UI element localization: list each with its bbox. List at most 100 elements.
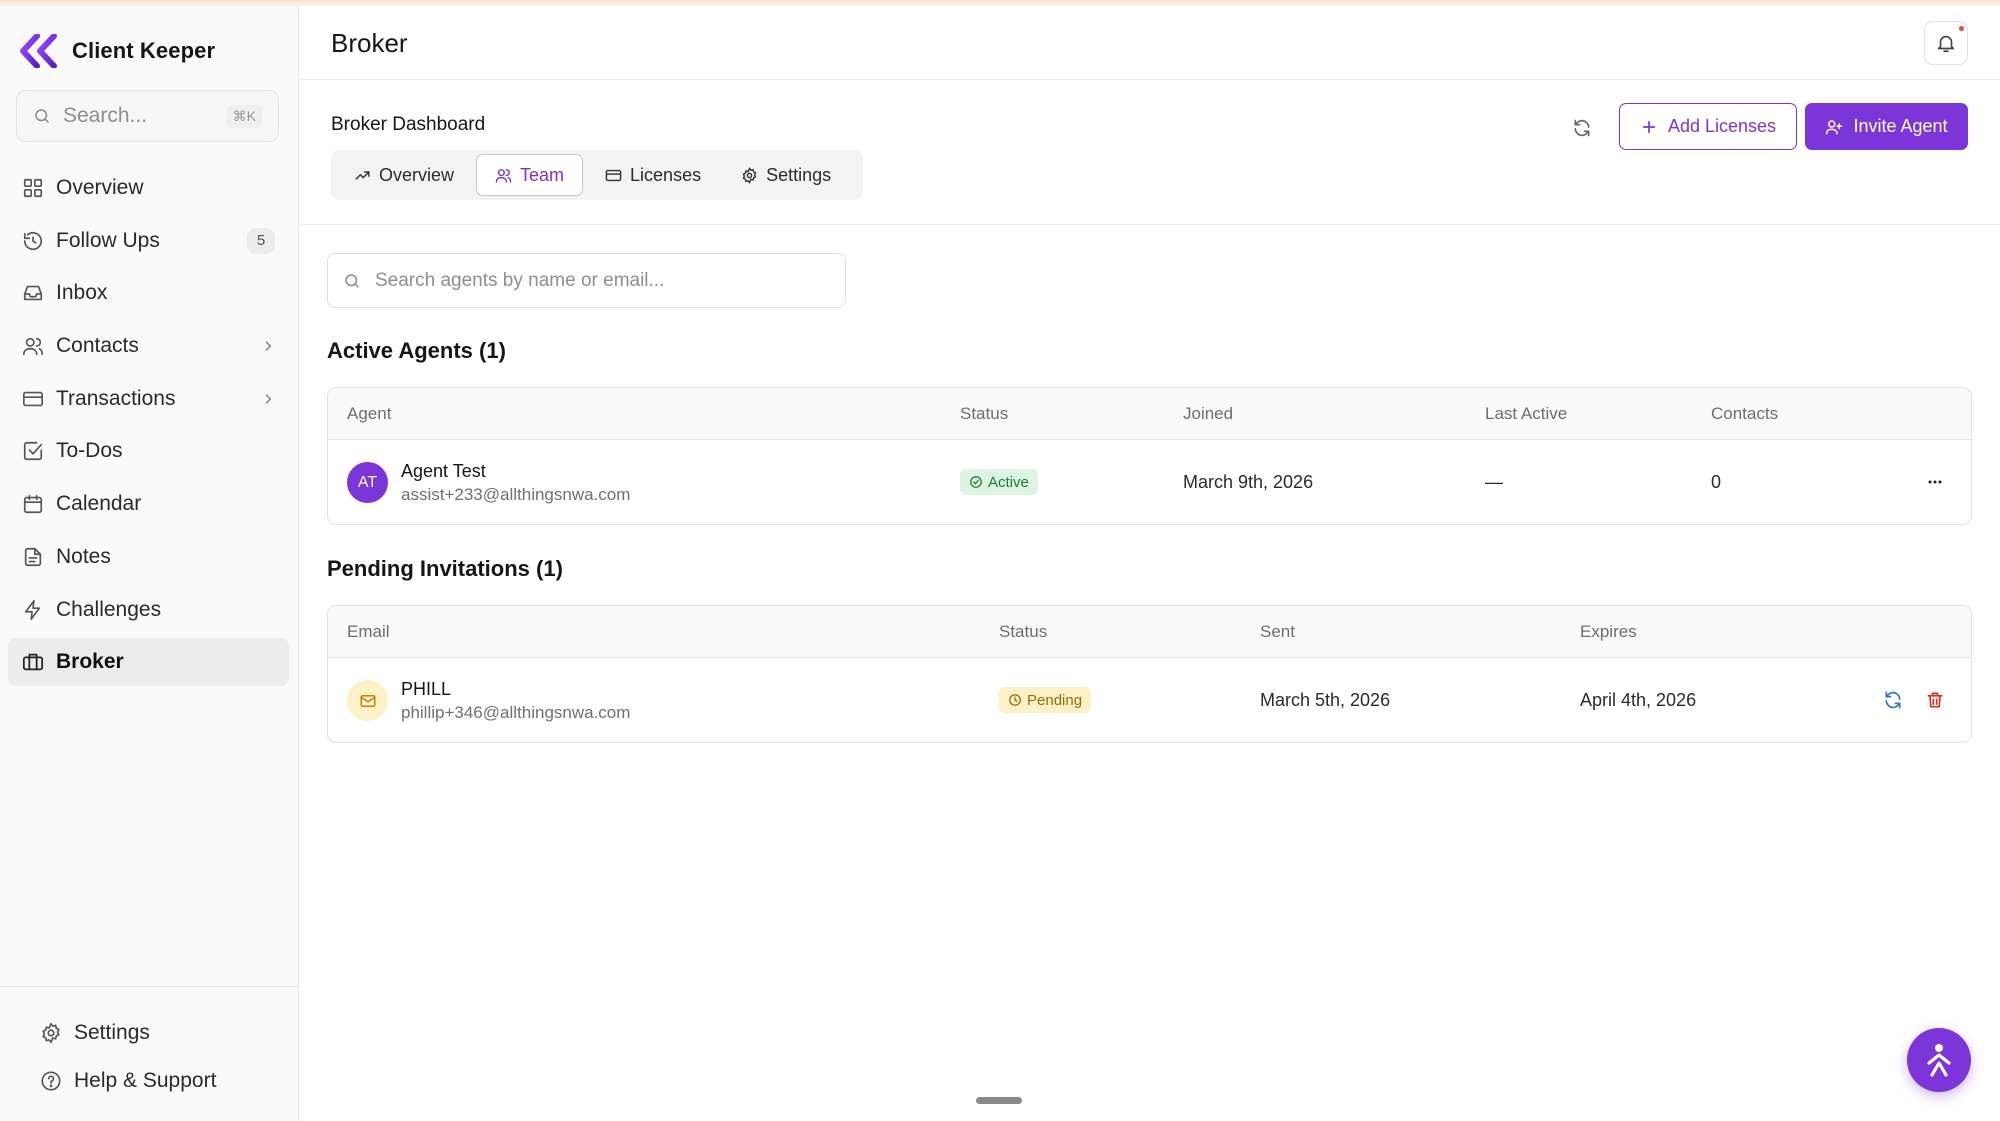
table-row[interactable]: PHILL phillip+346@allthingsnwa.com Pendi…	[328, 658, 1971, 742]
mail-icon	[360, 694, 375, 707]
sidebar-item-label: Transactions	[56, 386, 176, 410]
clock-icon	[1009, 694, 1021, 706]
table-header: Agent Status Joined Last Active Contacts	[328, 388, 1971, 440]
pending-invitations-title: Pending Invitations (1)	[327, 556, 563, 581]
brand[interactable]: Client Keeper	[20, 34, 215, 68]
tab-label: Overview	[379, 164, 455, 185]
scroll-handle[interactable]	[976, 1097, 1022, 1104]
sidebar-item-overview[interactable]: Overview	[8, 164, 289, 212]
delete-invitation-button[interactable]	[1925, 658, 1945, 742]
chevron-right-icon	[265, 394, 272, 404]
calendar-icon	[23, 495, 43, 514]
status-label: Active	[988, 473, 1029, 491]
sidebar-item-label: Settings	[74, 1021, 150, 1044]
agent-email: assist+233@allthingsnwa.com	[401, 485, 631, 504]
add-licenses-button[interactable]: Add Licenses	[1619, 103, 1797, 150]
trash-icon	[1927, 692, 1943, 708]
users-icon	[23, 337, 43, 356]
row-more-button[interactable]	[1925, 440, 1945, 524]
column-header-email: Email	[347, 622, 390, 641]
resend-icon	[1885, 691, 1901, 709]
plus-icon	[1642, 120, 1656, 133]
page-title: Broker	[331, 28, 408, 58]
follow-ups-count-badge: 5	[247, 227, 275, 254]
sidebar-item-broker[interactable]: Broker	[8, 638, 289, 687]
status-badge: Pending	[999, 687, 1092, 713]
status-label: Pending	[1027, 691, 1083, 709]
sidebar-item-transactions[interactable]: Transactions	[8, 375, 289, 423]
sidebar-item-help-support[interactable]: Help & Support	[0, 1057, 299, 1105]
search-icon	[35, 109, 49, 123]
person-assistant-icon	[1927, 1044, 1951, 1077]
sidebar-item-notes[interactable]: Notes	[8, 533, 289, 581]
help-circle-icon	[41, 1071, 61, 1091]
invitee-name: PHILL	[401, 679, 452, 699]
gear-icon	[42, 1022, 60, 1044]
column-header-joined: Joined	[1183, 404, 1234, 423]
sidebar-item-calendar[interactable]: Calendar	[8, 480, 289, 528]
tab-label: Licenses	[630, 164, 702, 185]
tab-team[interactable]: Team	[476, 154, 584, 196]
add-licenses-label: Add Licenses	[1667, 116, 1777, 136]
pending-invitations-table: Email Status Sent Expires PHILL phillip+…	[327, 605, 1972, 743]
tab-overview[interactable]: Overview	[336, 154, 472, 196]
sidebar-item-follow-ups[interactable]: Follow Ups 5	[8, 217, 289, 265]
column-header-contacts: Contacts	[1711, 404, 1779, 423]
resend-invitation-button[interactable]	[1883, 658, 1903, 742]
credit-card-icon	[23, 391, 43, 406]
user-plus-icon	[1826, 119, 1843, 134]
credit-card-icon	[605, 169, 622, 181]
more-horizontal-icon	[1928, 480, 1942, 484]
column-header-sent: Sent	[1260, 622, 1295, 641]
refresh-button[interactable]	[1568, 114, 1596, 142]
sidebar-item-label: Contacts	[56, 334, 139, 358]
sidebar-item-contacts[interactable]: Contacts	[8, 322, 289, 370]
status-badge: Active	[960, 469, 1038, 495]
table-row[interactable]: AT Agent Test assist+233@allthingsnwa.co…	[328, 440, 1971, 524]
tab-settings[interactable]: Settings	[723, 154, 849, 196]
status-cell: Active	[960, 440, 1038, 524]
sidebar-item-label: Notes	[56, 544, 111, 568]
chevron-right-icon	[265, 341, 272, 351]
tab-label: Settings	[766, 164, 832, 185]
grid-icon	[23, 178, 43, 198]
notifications-button[interactable]	[1924, 21, 1968, 65]
agent-identity: Agent Test assist+233@allthingsnwa.com	[401, 460, 630, 506]
sent-date: March 5th, 2026	[1260, 689, 1391, 710]
assistant-fab-button[interactable]	[1907, 1028, 1971, 1092]
sidebar-footer: Settings Help & Support	[0, 986, 299, 1105]
sidebar-item-label: Challenges	[56, 597, 162, 621]
status-cell: Pending	[999, 658, 1092, 742]
sidebar-item-challenges[interactable]: Challenges	[8, 586, 289, 634]
gear-icon	[742, 166, 757, 184]
sidebar-search[interactable]: Search... ⌘K	[16, 90, 279, 142]
tab-licenses[interactable]: Licenses	[587, 154, 719, 196]
expires-date: April 4th, 2026	[1580, 689, 1697, 710]
agent-search-input[interactable]	[375, 269, 830, 292]
sidebar-item-inbox[interactable]: Inbox	[8, 269, 289, 317]
history-icon	[23, 231, 43, 250]
invite-agent-label: Invite Agent	[1853, 116, 1948, 136]
column-header-status: Status	[999, 622, 1048, 641]
invitee-email: phillip+346@allthingsnwa.com	[401, 703, 631, 722]
sidebar-item-label: Follow Ups	[56, 228, 160, 252]
search-shortcut: ⌘K	[226, 104, 262, 128]
agent-name: Agent Test	[401, 461, 486, 481]
contacts-count: 0	[1711, 471, 1722, 492]
joined-date: March 9th, 2026	[1183, 471, 1314, 492]
last-active-value: —	[1485, 471, 1503, 492]
agent-search-field[interactable]	[327, 253, 846, 308]
sidebar-item-to-dos[interactable]: To-Dos	[8, 427, 289, 475]
search-icon	[345, 273, 359, 288]
briefcase-icon	[22, 653, 44, 671]
sidebar-item-label: Inbox	[56, 281, 108, 305]
invitation-avatar	[347, 680, 388, 721]
column-header-last-active: Last Active	[1485, 404, 1568, 423]
check-circle-icon	[970, 476, 982, 488]
sidebar: Client Keeper Search... ⌘K Overview Foll…	[0, 6, 299, 1121]
sidebar-nav: Overview Follow Ups 5 Inbox Contacts Tra…	[8, 164, 289, 691]
active-agents-table: Agent Status Joined Last Active Contacts…	[327, 387, 1972, 525]
sidebar-item-label: To-Dos	[56, 439, 123, 463]
sidebar-item-settings[interactable]: Settings	[0, 1009, 299, 1057]
invite-agent-button[interactable]: Invite Agent	[1805, 103, 1968, 150]
